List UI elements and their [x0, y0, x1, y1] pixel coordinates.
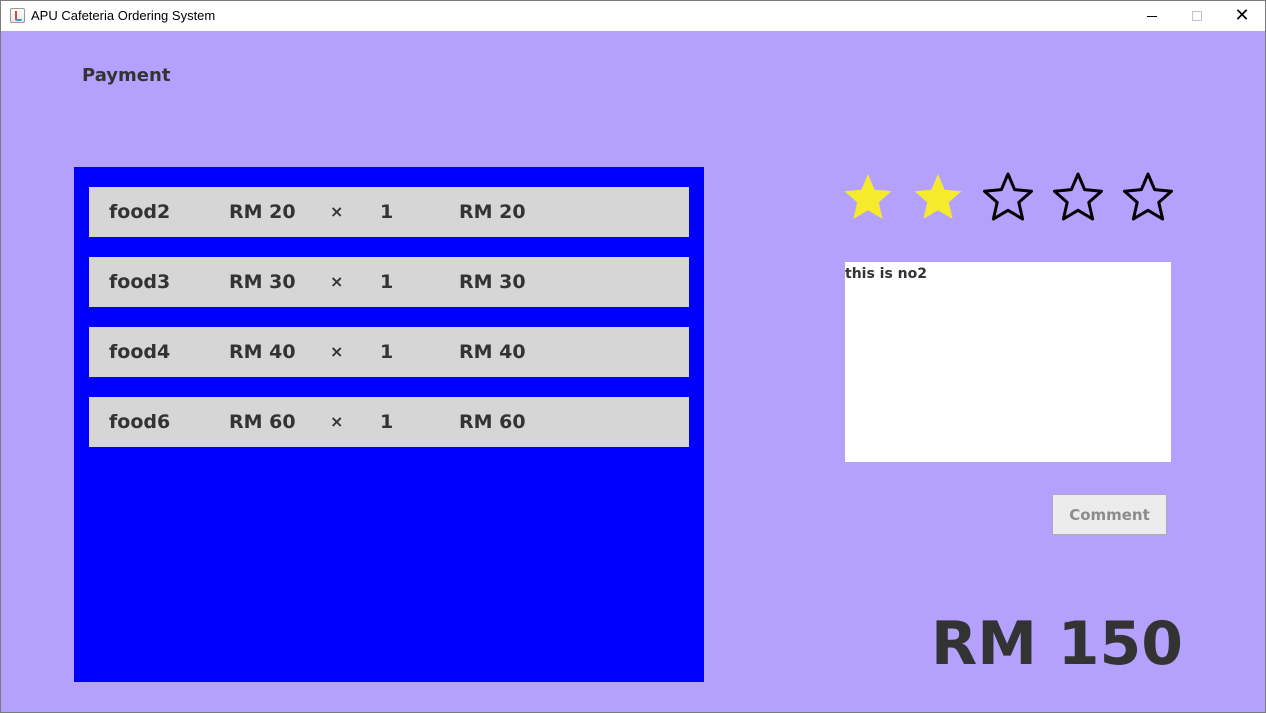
- item-name: food2: [109, 201, 171, 223]
- total-amount: RM 150: [931, 609, 1184, 679]
- order-row: food3 RM 30 × 1 RM 30: [89, 257, 689, 307]
- item-price: RM 20: [229, 201, 296, 223]
- item-price: RM 30: [229, 271, 296, 293]
- times-sign: ×: [330, 412, 344, 431]
- item-quantity: 1: [380, 271, 394, 293]
- order-row: food2 RM 20 × 1 RM 20: [89, 187, 689, 237]
- minimize-button[interactable]: [1129, 1, 1175, 31]
- item-quantity: 1: [380, 201, 394, 223]
- star-5-icon[interactable]: [1121, 171, 1175, 225]
- item-name: food3: [109, 271, 171, 293]
- close-icon: ✕: [1234, 5, 1250, 26]
- app-window: APU Cafeteria Ordering System ✕ Payment …: [0, 0, 1266, 713]
- star-rating: [841, 171, 1181, 225]
- item-price: RM 60: [229, 411, 296, 433]
- comment-button[interactable]: Comment: [1052, 494, 1167, 535]
- item-price: RM 40: [229, 341, 296, 363]
- item-subtotal: RM 30: [459, 271, 526, 293]
- page-title: Payment: [82, 65, 171, 86]
- maximize-icon: [1192, 11, 1202, 21]
- close-button[interactable]: ✕: [1219, 1, 1265, 31]
- comment-textarea[interactable]: this is no2: [845, 262, 1171, 462]
- order-row: food6 RM 60 × 1 RM 60: [89, 397, 689, 447]
- item-name: food6: [109, 411, 171, 433]
- java-app-icon: [10, 8, 25, 23]
- minimize-icon: [1147, 15, 1157, 17]
- maximize-button[interactable]: [1174, 1, 1220, 31]
- times-sign: ×: [330, 272, 344, 291]
- order-row: food4 RM 40 × 1 RM 40: [89, 327, 689, 377]
- star-1-icon[interactable]: [841, 171, 895, 225]
- star-2-icon[interactable]: [911, 171, 965, 225]
- times-sign: ×: [330, 202, 344, 221]
- star-4-icon[interactable]: [1051, 171, 1105, 225]
- item-name: food4: [109, 341, 171, 363]
- order-list-panel: food2 RM 20 × 1 RM 20 food3 RM 30 × 1 RM…: [74, 167, 704, 682]
- star-3-icon[interactable]: [981, 171, 1035, 225]
- times-sign: ×: [330, 342, 344, 361]
- window-title: APU Cafeteria Ordering System: [31, 8, 216, 23]
- item-subtotal: RM 20: [459, 201, 526, 223]
- item-subtotal: RM 40: [459, 341, 526, 363]
- item-quantity: 1: [380, 341, 394, 363]
- title-bar: APU Cafeteria Ordering System ✕: [1, 1, 1265, 31]
- item-quantity: 1: [380, 411, 394, 433]
- item-subtotal: RM 60: [459, 411, 526, 433]
